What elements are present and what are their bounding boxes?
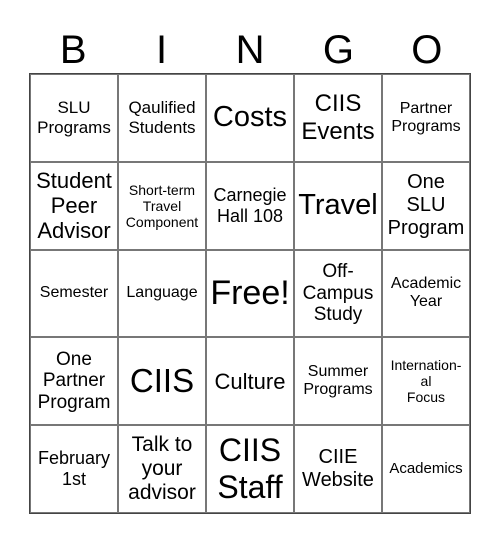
- bingo-cell-text: Talk to your advisor: [128, 432, 196, 505]
- bingo-cell[interactable]: CIIS Events: [294, 74, 382, 162]
- bingo-cell-text: Carnegie Hall 108: [213, 185, 287, 226]
- bingo-cell[interactable]: Off- Campus Study: [294, 249, 382, 338]
- bingo-cell[interactable]: Carnegie Hall 108: [206, 161, 294, 250]
- bingo-cell[interactable]: SLU Programs: [30, 74, 118, 162]
- bingo-cell[interactable]: Student Peer Advisor: [30, 161, 118, 250]
- bingo-cell-text: February 1st: [37, 448, 111, 490]
- bingo-cell-text: CIIE Website: [302, 446, 374, 492]
- bingo-cell-text: Semester: [39, 284, 109, 302]
- bingo-header: B I N G O: [29, 26, 471, 74]
- bingo-cell[interactable]: Internation- al Focus: [382, 337, 470, 426]
- bingo-cell-text: CIIS Staff: [217, 432, 283, 506]
- bingo-cell-text: Academics: [389, 460, 463, 478]
- header-letter-n: N: [235, 28, 265, 72]
- bingo-cell[interactable]: CIIE Website: [294, 425, 382, 513]
- bingo-cell-text: Culture: [214, 368, 286, 394]
- header-letter-g: G: [322, 28, 354, 72]
- bingo-cell[interactable]: One Partner Program: [30, 337, 118, 426]
- header-letter-i: I: [156, 28, 168, 72]
- bingo-cell-text: Summer Programs: [303, 362, 373, 399]
- bingo-cell[interactable]: CIIS Staff: [206, 425, 294, 513]
- bingo-cell-text: Costs: [212, 101, 288, 134]
- bingo-cell-text: One SLU Program: [387, 171, 465, 240]
- bingo-cell-text: Short-term Travel Component: [125, 181, 199, 230]
- bingo-cell-text: Student Peer Advisor: [36, 167, 112, 244]
- bingo-cell-text: One Partner Program: [37, 348, 111, 414]
- bingo-cell[interactable]: Culture: [206, 337, 294, 426]
- bingo-cell-text: Academic Year: [390, 275, 462, 311]
- bingo-cell[interactable]: Language: [118, 249, 206, 338]
- bingo-cell-text: Free!: [210, 273, 290, 312]
- bingo-cell[interactable]: Short-term Travel Component: [118, 161, 206, 250]
- bingo-cell[interactable]: Academic Year: [382, 249, 470, 338]
- header-letter-o: O: [411, 28, 443, 72]
- header-letter-b: B: [59, 28, 87, 72]
- bingo-cell-text: CIIS: [129, 362, 195, 400]
- bingo-cell[interactable]: Academics: [382, 425, 470, 513]
- bingo-cell-text: CIIS Events: [301, 90, 375, 145]
- bingo-cell[interactable]: Qaulified Students: [118, 74, 206, 162]
- bingo-cell-text: Partner Programs: [391, 99, 461, 135]
- bingo-cell[interactable]: Travel: [294, 161, 382, 250]
- bingo-cell[interactable]: Talk to your advisor: [118, 425, 206, 513]
- bingo-cell-text: Qaulified Students: [128, 98, 196, 137]
- bingo-cell-text: Internation- al Focus: [390, 357, 462, 406]
- bingo-cell[interactable]: February 1st: [30, 425, 118, 513]
- bingo-cell[interactable]: One SLU Program: [382, 161, 470, 250]
- bingo-cell[interactable]: CIIS: [118, 337, 206, 426]
- bingo-cell-text: Travel: [298, 189, 378, 222]
- bingo-cell[interactable]: Partner Programs: [382, 74, 470, 162]
- bingo-cell[interactable]: Costs: [206, 74, 294, 162]
- bingo-cell[interactable]: Free!: [206, 249, 294, 338]
- bingo-cell[interactable]: Summer Programs: [294, 337, 382, 426]
- bingo-cell-text: Off- Campus Study: [302, 260, 374, 326]
- bingo-cell-text: Language: [126, 284, 198, 302]
- bingo-cell[interactable]: Semester: [30, 249, 118, 338]
- bingo-grid: SLU Programs Qaulified Students Costs CIIS …: [29, 73, 471, 514]
- bingo-cell-text: SLU Programs: [37, 98, 111, 137]
